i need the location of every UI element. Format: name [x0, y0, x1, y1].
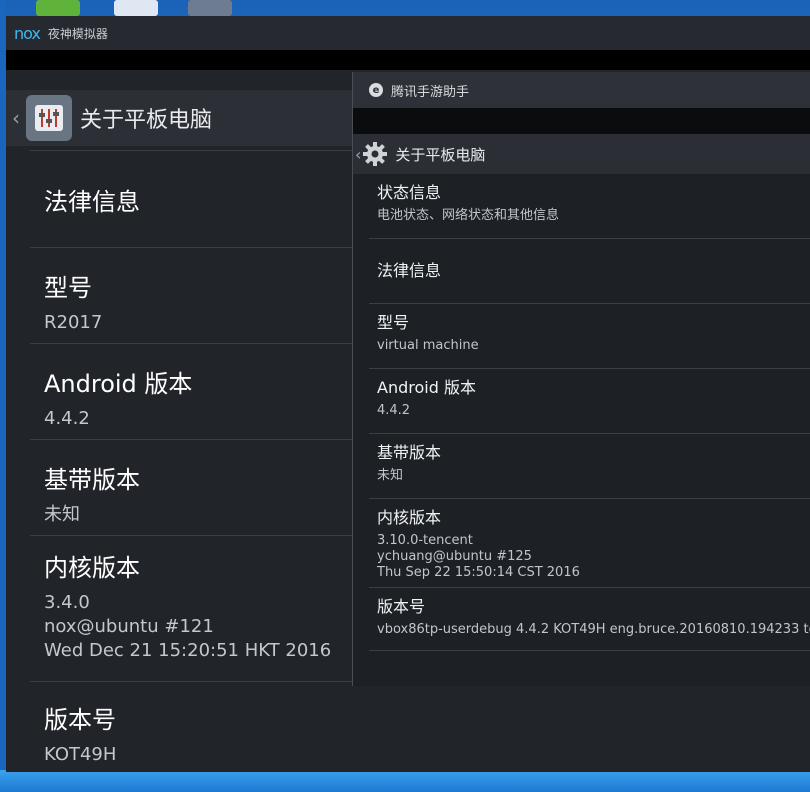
list-item-title: 版本号	[44, 706, 116, 734]
summary-line: nox@ubuntu #121	[44, 616, 214, 637]
nox-action-bar: ‹ 关于平板电脑	[6, 90, 366, 146]
page-title: 关于平板电脑	[80, 108, 213, 133]
tencent-titlebar[interactable]: e 腾讯手游助手	[353, 72, 810, 108]
list-item-build-number[interactable]: 版本号 vbox86tp-userdebug 4.4.2 KOT49H eng.…	[369, 588, 810, 651]
list-item-model[interactable]: 型号 virtual machine	[369, 304, 810, 369]
gear-icon[interactable]	[361, 140, 389, 168]
list-item-title: 法律信息	[377, 261, 442, 280]
list-item-title: 型号	[377, 313, 410, 332]
list-item-model[interactable]: 型号 R2017	[30, 247, 360, 343]
list-item-title: 型号	[44, 274, 92, 302]
desktop-shortcut-icon[interactable]	[114, 0, 158, 16]
settings-sliders-icon[interactable]	[26, 95, 72, 141]
nox-titlebar[interactable]: nox 夜神模拟器	[6, 16, 810, 50]
tencent-status-strip	[353, 108, 810, 134]
tencent-logo-icon: e	[369, 83, 383, 97]
tencent-app-name: 腾讯手游助手	[391, 84, 470, 100]
list-item-title: Android 版本	[377, 378, 476, 397]
summary-line: ychuang@ubuntu #125	[377, 549, 532, 564]
tencent-settings-list: 状态信息 电池状态、网络状态和其他信息 法律信息 型号 virtual mach…	[369, 174, 810, 651]
nox-logo: nox	[14, 23, 41, 43]
list-item-kernel[interactable]: 内核版本 3.4.0 nox@ubuntu #121 Wed Dec 21 15…	[30, 535, 360, 681]
chevron-left-icon[interactable]: ‹	[12, 106, 24, 130]
summary-line: Wed Dec 21 15:20:51 HKT 2016	[44, 640, 332, 661]
list-item-build-number[interactable]: 版本号 KOT49H	[30, 681, 360, 777]
list-item-summary: 3.4.0 nox@ubuntu #121 Wed Dec 21 15:20:5…	[44, 591, 346, 663]
list-item-title: 内核版本	[377, 508, 442, 527]
desktop-shortcut-icon[interactable]	[36, 0, 80, 16]
list-item-title: 版本号	[377, 597, 426, 616]
list-item-title: 基带版本	[377, 443, 442, 462]
nox-settings-list: 法律信息 型号 R2017 Android 版本 4.4.2 基带版本 未知 内…	[30, 150, 360, 777]
list-item-baseband[interactable]: 基带版本 未知	[30, 439, 360, 535]
list-item-summary: R2017	[44, 312, 103, 333]
list-item-summary: KOT49H	[44, 744, 117, 765]
list-item-summary: 未知	[44, 504, 80, 525]
list-item-android-version[interactable]: Android 版本 4.4.2	[30, 343, 360, 439]
list-item-kernel[interactable]: 内核版本 3.10.0-tencent ychuang@ubuntu #125 …	[369, 499, 810, 588]
list-item-legal[interactable]: 法律信息	[369, 239, 810, 304]
list-item-summary: 未知	[377, 468, 404, 483]
summary-line: 3.4.0	[44, 592, 90, 613]
list-item-baseband[interactable]: 基带版本 未知	[369, 434, 810, 499]
list-item-title: 基带版本	[44, 466, 140, 494]
list-item-title: 内核版本	[44, 554, 140, 582]
list-item-title: 法律信息	[44, 187, 140, 216]
nox-app-name: 夜神模拟器	[47, 26, 108, 41]
list-item-summary: 3.10.0-tencent ychuang@ubuntu #125 Thu S…	[377, 533, 803, 581]
list-item-summary: 4.4.2	[377, 403, 411, 418]
desktop-shortcut-icon[interactable]	[188, 0, 232, 16]
list-item-summary: virtual machine	[377, 338, 479, 353]
tencent-window: e 腾讯手游助手 ‹ 关于平板电脑 状态信息 电池状态、网络状态和其他信息 法律…	[352, 72, 810, 686]
tencent-action-bar: ‹ 关于平板电脑	[353, 134, 810, 174]
list-item-android-version[interactable]: Android 版本 4.4.2	[369, 369, 810, 434]
list-item-title: Android 版本	[44, 370, 193, 398]
list-item-legal[interactable]: 法律信息	[30, 150, 360, 247]
list-item-status[interactable]: 状态信息 电池状态、网络状态和其他信息	[369, 174, 810, 239]
summary-line: 3.10.0-tencent	[377, 533, 473, 548]
list-item-summary: vbox86tp-userdebug 4.4.2 KOT49H eng.bruc…	[377, 622, 810, 637]
nox-status-strip	[6, 50, 810, 70]
list-item-summary: 4.4.2	[44, 408, 90, 429]
page-title: 关于平板电脑	[395, 145, 486, 164]
summary-line: Thu Sep 22 15:50:14 CST 2016	[377, 565, 580, 580]
list-item-title: 状态信息	[377, 183, 442, 202]
list-item-summary: 电池状态、网络状态和其他信息	[377, 208, 560, 223]
